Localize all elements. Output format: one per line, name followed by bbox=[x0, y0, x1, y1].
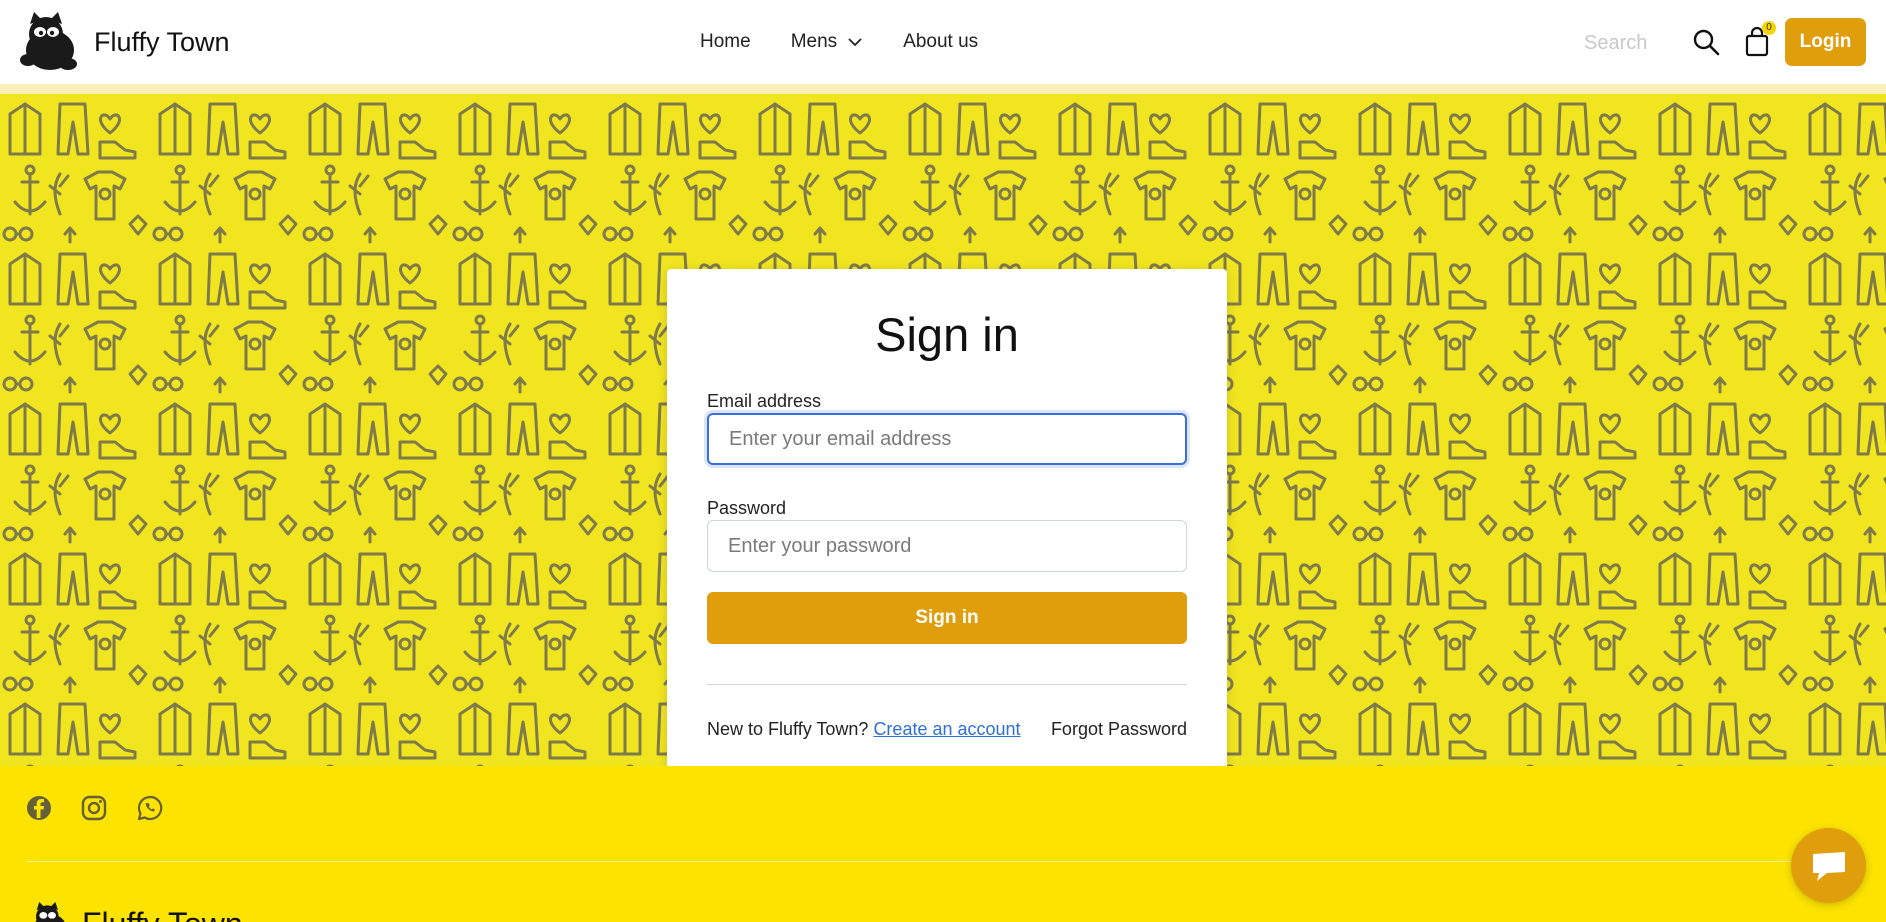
login-button[interactable]: Login bbox=[1785, 18, 1866, 66]
main-nav: Home Mens About us bbox=[700, 0, 978, 84]
whatsapp-icon[interactable] bbox=[136, 794, 164, 822]
footer-brand[interactable]: Fluffy Town bbox=[26, 902, 243, 922]
search-icon[interactable] bbox=[1692, 28, 1720, 56]
fluffy-cat-logo-icon bbox=[20, 12, 77, 70]
nav-about-label: About us bbox=[903, 31, 979, 52]
footer-divider bbox=[26, 861, 1860, 862]
sign-in-title: Sign in bbox=[875, 308, 1019, 361]
forgot-password-link[interactable]: Forgot Password bbox=[1051, 719, 1187, 740]
nav-about-us[interactable]: About us bbox=[903, 31, 978, 53]
instagram-icon[interactable] bbox=[80, 794, 108, 822]
create-account-link[interactable]: Create an account bbox=[873, 719, 1020, 739]
email-field[interactable] bbox=[707, 413, 1187, 465]
fluffy-cat-logo-icon bbox=[35, 902, 65, 922]
sign-in-button[interactable]: Sign in bbox=[707, 592, 1187, 644]
new-account-prompt: New to Fluffy Town? Create an account bbox=[707, 719, 1021, 740]
nav-mens-dropdown[interactable]: Mens bbox=[791, 31, 863, 53]
header-divider bbox=[0, 84, 1886, 94]
chat-bubble-icon bbox=[1812, 851, 1845, 881]
new-account-text: New to Fluffy Town? bbox=[707, 719, 869, 739]
cart-count-badge: 0 bbox=[1762, 21, 1776, 35]
top-navbar: Fluffy Town Home Mens About us 0 Login bbox=[0, 0, 1886, 84]
footer: Fluffy Town bbox=[0, 766, 1886, 922]
live-chat-button[interactable] bbox=[1791, 828, 1866, 903]
password-label: Password bbox=[707, 498, 787, 518]
brand-name: Fluffy Town bbox=[94, 26, 230, 57]
facebook-icon[interactable] bbox=[25, 794, 53, 822]
chevron-down-icon bbox=[848, 38, 862, 47]
nav-mens-label: Mens bbox=[790, 31, 838, 52]
footer-brand-name: Fluffy Town bbox=[82, 906, 243, 922]
card-divider bbox=[707, 684, 1187, 685]
email-label: Email address bbox=[707, 391, 822, 411]
brand[interactable]: Fluffy Town bbox=[16, 12, 230, 72]
password-field[interactable] bbox=[707, 520, 1187, 572]
nav-home-label: Home bbox=[700, 31, 751, 52]
sign-in-card: Sign in Email address Password Sign in N… bbox=[667, 269, 1227, 766]
clothing-doodle-background: Sign in Email address Password Sign in N… bbox=[0, 94, 1886, 766]
nav-home[interactable]: Home bbox=[700, 31, 751, 53]
search-input[interactable] bbox=[1584, 26, 1664, 60]
